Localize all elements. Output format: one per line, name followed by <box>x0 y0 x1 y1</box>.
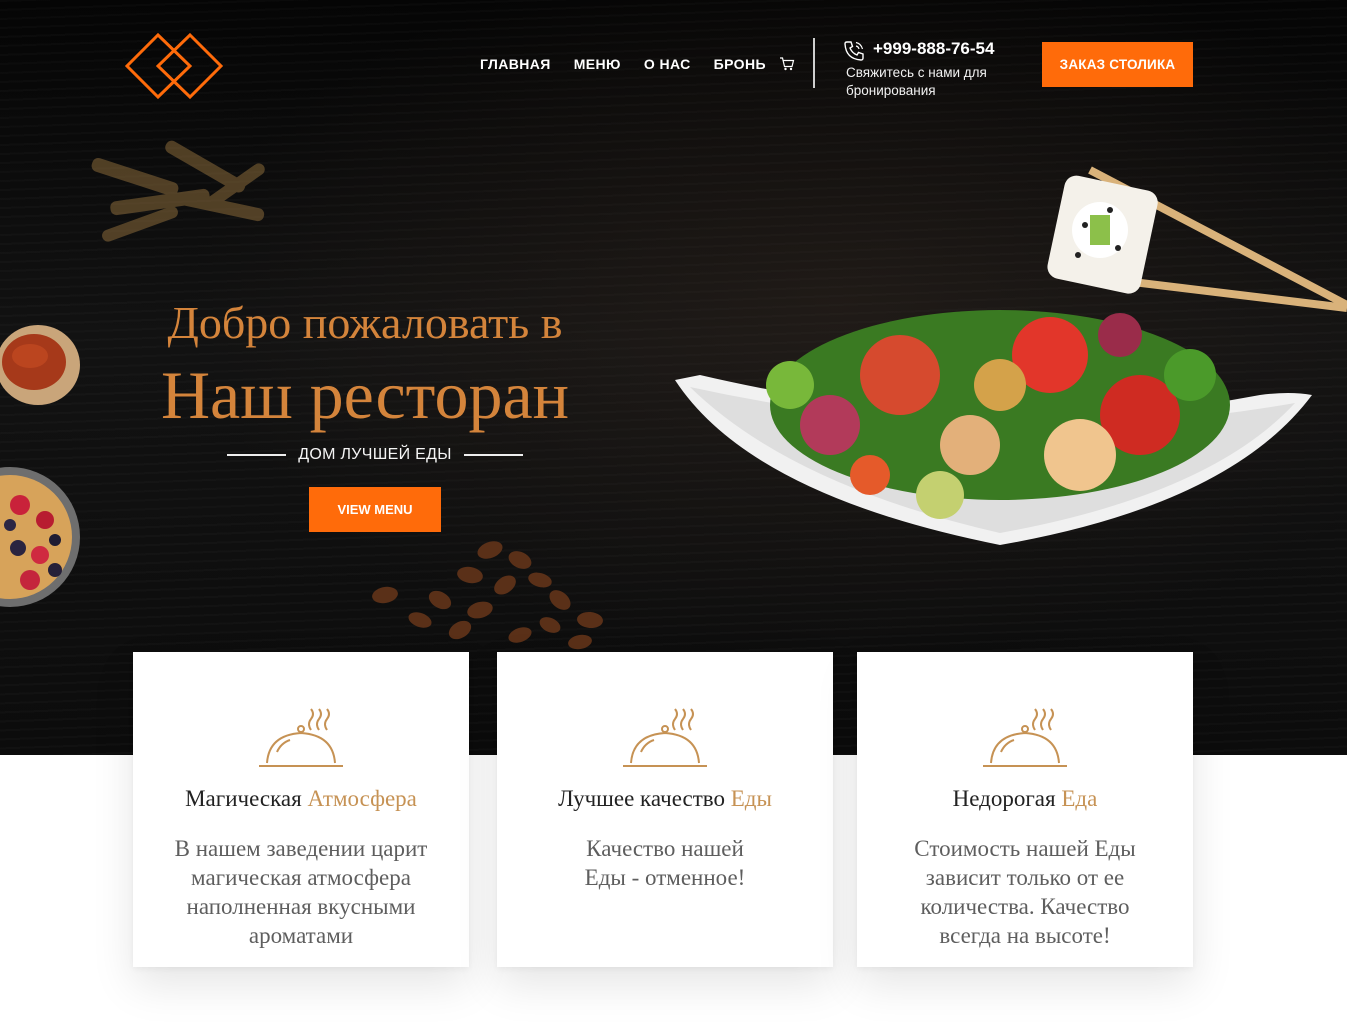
cart-icon[interactable] <box>779 57 795 71</box>
feature-text-line: Качество нашей <box>586 836 744 861</box>
feature-text-line: количества. Качество <box>920 894 1130 919</box>
fries-image <box>91 140 265 242</box>
view-menu-button[interactable]: VIEW MENU <box>309 487 441 532</box>
cloche-icon <box>259 708 343 767</box>
nav-item-menu[interactable]: МЕНЮ <box>574 56 621 72</box>
feature-title-accent: Еда <box>1061 786 1098 811</box>
feature-title-accent: Атмосфера <box>307 786 417 811</box>
feature-card-price: Недорогая Еда Стоимость нашей Еды зависи… <box>857 652 1193 967</box>
feature-text: Стоимость нашей Еды зависит только от ее… <box>914 834 1135 950</box>
feature-text-line: магическая атмосфера <box>191 865 411 890</box>
feature-card-atmosphere: Магическая Атмосфера В нашем заведении ц… <box>133 652 469 967</box>
hero-section: ГЛАВНАЯ МЕНЮ О НАС БРОНЬ +999-888-76-54 … <box>0 0 1347 755</box>
feature-text-line: ароматами <box>248 923 354 948</box>
nav-item-about[interactable]: О НАС <box>644 56 691 72</box>
header-divider <box>813 38 815 88</box>
tagline-text: ДОМ ЛУЧШЕЙ ЕДЫ <box>298 446 452 463</box>
feature-title: Недорогая Еда <box>857 786 1193 812</box>
feature-title-main: Недорогая <box>952 786 1062 811</box>
feature-text-line: Еды - отменное! <box>584 865 746 890</box>
feature-title: Магическая Атмосфера <box>133 786 469 812</box>
sushi-chopsticks-image <box>1047 166 1347 312</box>
feature-card-quality: Лучшее качество Еды Качество нашей Еды -… <box>497 652 833 967</box>
hero-title: Наш ресторан <box>160 357 570 433</box>
tagline-line-right <box>463 454 523 456</box>
coffee-beans-image <box>372 541 603 650</box>
feature-title-main: Магическая <box>185 786 308 811</box>
tagline-line-left <box>227 454 286 456</box>
feature-text-line: зависит только от ее <box>925 865 1125 890</box>
reserve-table-button[interactable]: ЗАКАЗ СТОЛИКА <box>1042 42 1193 87</box>
logo-icon[interactable] <box>124 32 224 100</box>
feature-text: В нашем заведении царит магическая атмос… <box>175 834 428 950</box>
feature-text-line: В нашем заведении царит <box>174 836 428 861</box>
phone-icon <box>844 41 864 61</box>
main-nav: ГЛАВНАЯ МЕНЮ О НАС БРОНЬ <box>480 56 789 72</box>
berry-bowl-image <box>0 467 80 607</box>
hero-welcome: Добро пожаловать в <box>167 297 563 348</box>
feature-text-line: наполненная вкусными <box>186 894 416 919</box>
feature-text-line: Стоимость нашей Еды <box>914 836 1136 861</box>
feature-title-accent: Еды <box>730 786 772 811</box>
nav-item-home[interactable]: ГЛАВНАЯ <box>480 56 551 72</box>
phone-caption: Свяжитесь с нами для бронирования <box>846 65 987 98</box>
feature-text: Качество нашей Еды - отменное! <box>585 834 746 892</box>
nav-item-booking[interactable]: БРОНЬ <box>714 56 766 72</box>
cloche-icon <box>623 708 707 767</box>
feature-title: Лучшее качество Еды <box>497 786 833 812</box>
hero-tagline: ДОМ ЛУЧШЕЙ ЕДЫ <box>227 443 523 467</box>
feature-text-line: всегда на высоте! <box>939 923 1111 948</box>
cloche-icon <box>983 708 1067 767</box>
salad-plate-image <box>675 310 1312 545</box>
feature-title-main: Лучшее качество <box>558 786 731 811</box>
phone-number[interactable]: +999-888-76-54 <box>873 39 994 59</box>
